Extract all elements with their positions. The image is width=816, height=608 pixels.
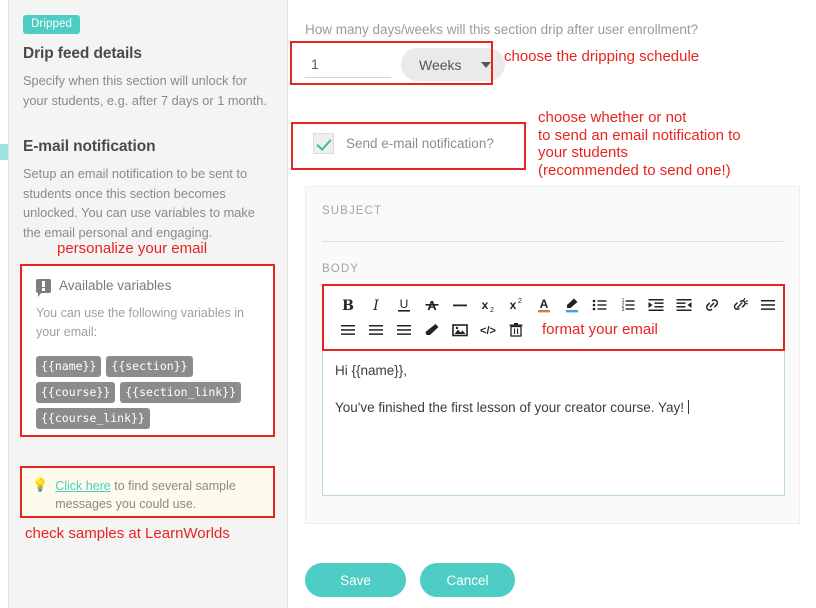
form-actions: Save Cancel bbox=[305, 563, 515, 597]
highlight-color-icon[interactable] bbox=[558, 293, 586, 317]
email-composer-card: SUBJECT BODY B I U A x2 x2 A 123 bbox=[305, 186, 800, 524]
svg-text:U: U bbox=[400, 297, 409, 311]
drip-feed-description: Specify when this section will unlock fo… bbox=[23, 73, 267, 108]
available-variables-card: Available variables You can use the foll… bbox=[20, 264, 275, 437]
drip-feed-heading: Drip feed details bbox=[23, 45, 142, 62]
rail-marker bbox=[0, 144, 8, 160]
align-center-icon[interactable] bbox=[334, 318, 362, 342]
save-button[interactable]: Save bbox=[305, 563, 406, 597]
body-line: You've finished the first lesson of your… bbox=[335, 399, 685, 415]
email-notification-description: Setup an email notification to be sent t… bbox=[23, 166, 255, 240]
variable-chip[interactable]: {{section}} bbox=[106, 355, 193, 377]
left-rail bbox=[0, 0, 9, 608]
align-left-icon[interactable] bbox=[754, 293, 782, 317]
available-variables-title: Available variables bbox=[59, 278, 172, 293]
chevron-down-icon bbox=[481, 61, 491, 68]
drip-unit-select[interactable]: Weeks bbox=[401, 48, 505, 81]
svg-text:A: A bbox=[540, 297, 549, 311]
source-code-icon[interactable]: </> bbox=[474, 318, 502, 342]
body-label: BODY bbox=[322, 263, 359, 275]
delete-icon[interactable] bbox=[502, 318, 530, 342]
underline-icon[interactable]: U bbox=[390, 293, 418, 317]
svg-text:I: I bbox=[372, 298, 379, 314]
variable-chip[interactable]: {{section_link}} bbox=[120, 381, 242, 403]
toolbar-row-2: </> format your email bbox=[334, 317, 775, 342]
indent-decrease-icon[interactable] bbox=[670, 293, 698, 317]
status-badge: Dripped bbox=[23, 15, 80, 34]
send-email-checkbox[interactable] bbox=[313, 133, 334, 154]
italic-icon[interactable]: I bbox=[362, 293, 390, 317]
toolbar-row-1: B I U A x2 x2 A 123 bbox=[334, 292, 775, 317]
insert-image-icon[interactable] bbox=[446, 318, 474, 342]
email-notification-heading: E-mail notification bbox=[23, 138, 156, 156]
svg-text:x: x bbox=[510, 298, 517, 312]
available-variables-header: Available variables bbox=[36, 278, 261, 297]
text-cursor bbox=[688, 399, 690, 414]
available-variables-subtitle: You can use the following variables in y… bbox=[36, 306, 245, 339]
annotation-check-samples: check samples at LearnWorlds bbox=[25, 525, 230, 542]
annotation-line: to send an email notification to bbox=[538, 126, 741, 144]
svg-text:2: 2 bbox=[518, 298, 522, 305]
body-line-wrap: You've finished the first lesson of your… bbox=[335, 399, 772, 418]
drip-feed-settings-screen: Dripped Drip feed details Specify when t… bbox=[0, 0, 816, 608]
numbered-list-icon[interactable]: 123 bbox=[614, 293, 642, 317]
svg-text:B: B bbox=[342, 298, 354, 314]
subscript-icon[interactable]: x2 bbox=[474, 293, 502, 317]
variable-chip[interactable]: {{name}} bbox=[36, 355, 102, 377]
variable-chip-list: {{name}} {{section}} {{course}} {{sectio… bbox=[36, 355, 261, 429]
annotation-personalize-email: personalize your email bbox=[57, 240, 208, 257]
svg-text:x: x bbox=[482, 298, 489, 312]
body-line: Hi {{name}}, bbox=[335, 363, 408, 378]
sample-messages-link[interactable]: Click here bbox=[55, 479, 111, 493]
align-justify-icon[interactable] bbox=[390, 318, 418, 342]
annotation-send-email-notification: choose whether or not to send an email n… bbox=[538, 109, 741, 180]
unlink-icon[interactable] bbox=[726, 293, 754, 317]
annotation-line: choose whether or not bbox=[538, 109, 687, 126]
rich-text-toolbar: B I U A x2 x2 A 123 bbox=[322, 284, 785, 351]
drip-question-label: How many days/weeks will this section dr… bbox=[305, 22, 699, 37]
bold-icon[interactable]: B bbox=[334, 293, 362, 317]
subject-label: SUBJECT bbox=[322, 205, 383, 217]
strikethrough-icon[interactable]: A bbox=[418, 293, 446, 317]
bullet-list-icon[interactable] bbox=[586, 293, 614, 317]
variable-chip[interactable]: {{course_link}} bbox=[36, 407, 150, 429]
subject-input[interactable] bbox=[322, 241, 783, 242]
align-right-icon[interactable] bbox=[362, 318, 390, 342]
settings-main-panel: How many days/weeks will this section dr… bbox=[289, 0, 816, 608]
lightbulb-icon: 💡 bbox=[32, 477, 49, 492]
variable-chip[interactable]: {{course}} bbox=[36, 381, 116, 403]
sample-messages-text: Click here to find several sample messag… bbox=[55, 477, 263, 516]
svg-text:</>: </> bbox=[480, 325, 496, 337]
annotation-line: your students bbox=[538, 144, 629, 162]
annotation-dripping-schedule: choose the dripping schedule bbox=[504, 48, 700, 65]
cancel-button[interactable]: Cancel bbox=[420, 563, 515, 597]
svg-text:2: 2 bbox=[490, 307, 494, 314]
sample-messages-card[interactable]: 💡 Click here to find several sample mess… bbox=[20, 466, 275, 518]
drip-unit-value: Weeks bbox=[419, 56, 462, 73]
indent-increase-icon[interactable] bbox=[642, 293, 670, 317]
annotation-format-email: format your email bbox=[542, 321, 658, 338]
link-icon[interactable] bbox=[698, 293, 726, 317]
email-body-input[interactable]: Hi {{name}}, You've finished the first l… bbox=[322, 351, 785, 496]
horizontal-rule-icon[interactable] bbox=[446, 293, 474, 317]
send-email-checkbox-label: Send e-mail notification? bbox=[346, 136, 494, 151]
annotation-line: (recommended to send one!) bbox=[538, 162, 731, 180]
clear-format-icon[interactable] bbox=[418, 318, 446, 342]
svg-text:3: 3 bbox=[622, 307, 625, 313]
drip-value-input[interactable] bbox=[305, 51, 391, 78]
text-color-icon[interactable]: A bbox=[530, 293, 558, 317]
speech-bubble-alert-icon bbox=[36, 278, 51, 297]
send-email-checkbox-row[interactable]: Send e-mail notification? bbox=[313, 133, 494, 154]
superscript-icon[interactable]: x2 bbox=[502, 293, 530, 317]
